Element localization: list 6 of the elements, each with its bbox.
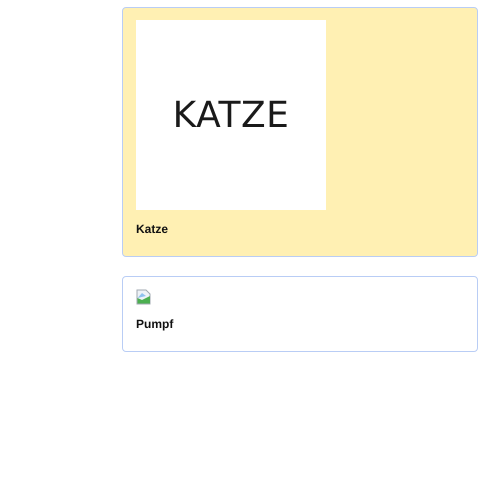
card[interactable]: Pumpf: [122, 276, 478, 352]
card[interactable]: KATZE Katze: [122, 7, 478, 257]
card-title: Pumpf: [136, 317, 174, 331]
image-caption: KATZE: [172, 94, 290, 136]
broken-image-icon: [136, 289, 152, 305]
card-title: Katze: [136, 222, 168, 236]
